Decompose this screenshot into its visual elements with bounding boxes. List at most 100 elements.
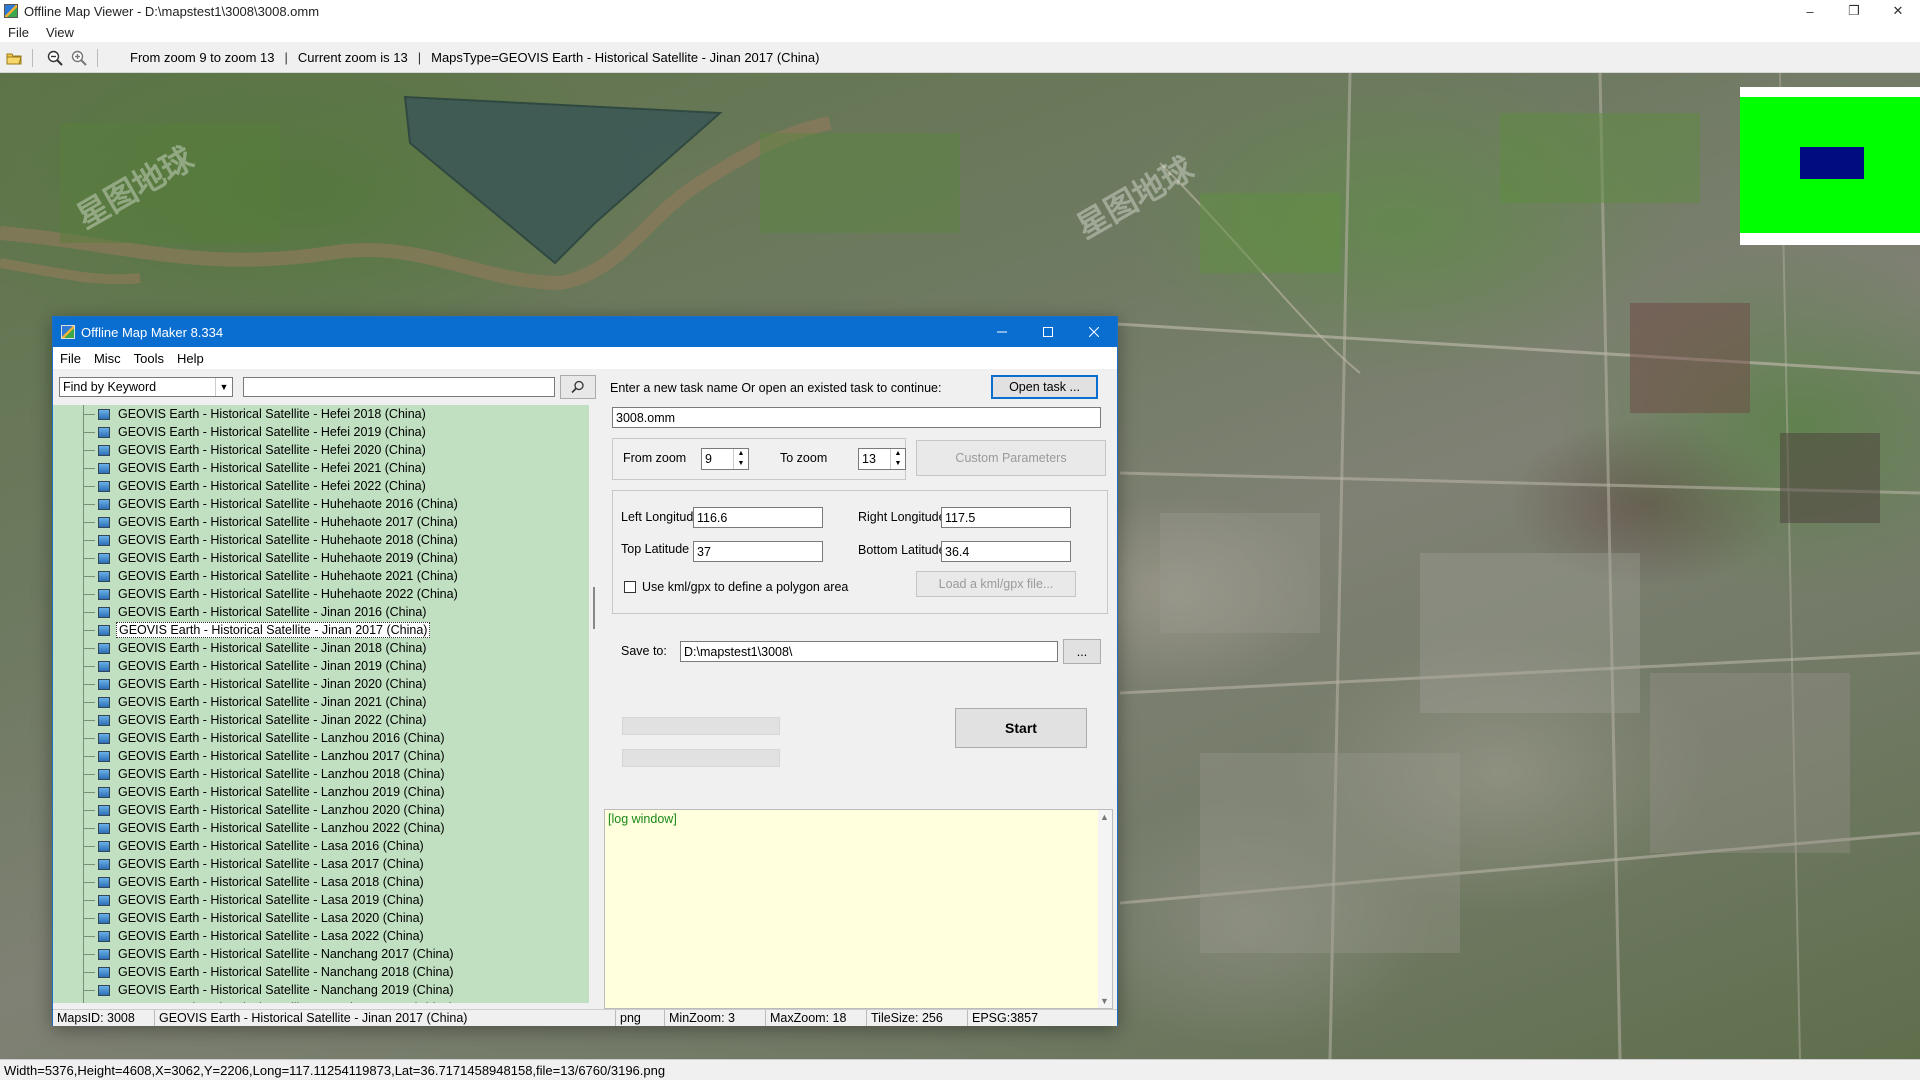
tree-item[interactable]: GEOVIS Earth - Historical Satellite - Ji… — [53, 621, 589, 639]
tree-item[interactable]: GEOVIS Earth - Historical Satellite - Hu… — [53, 549, 589, 567]
minimize-icon[interactable]: – — [1788, 0, 1832, 22]
custom-parameters-button[interactable]: Custom Parameters — [916, 440, 1106, 476]
tree-item[interactable]: GEOVIS Earth - Historical Satellite - Ji… — [53, 675, 589, 693]
splitter-grip[interactable] — [593, 587, 595, 629]
open-folder-icon[interactable] — [4, 48, 24, 68]
scroll-down-icon[interactable]: ▼ — [1100, 996, 1109, 1006]
tree-item[interactable]: GEOVIS Earth - Historical Satellite - Ji… — [53, 657, 589, 675]
tree-item[interactable]: GEOVIS Earth - Historical Satellite - La… — [53, 891, 589, 909]
dialog-menu-help[interactable]: Help — [170, 351, 210, 366]
tree-item[interactable]: GEOVIS Earth - Historical Satellite - He… — [53, 405, 589, 423]
tree-line — [83, 918, 95, 919]
tree-item[interactable]: GEOVIS Earth - Historical Satellite - Na… — [53, 963, 589, 981]
tree-item[interactable]: GEOVIS Earth - Historical Satellite - Hu… — [53, 531, 589, 549]
dialog-menu-misc[interactable]: Misc — [87, 351, 127, 366]
tree-item[interactable]: GEOVIS Earth - Historical Satellite - La… — [53, 729, 589, 747]
tree-line — [83, 414, 95, 415]
dialog-minimize-icon[interactable] — [979, 317, 1025, 347]
tree-item[interactable]: GEOVIS Earth - Historical Satellite - Ji… — [53, 639, 589, 657]
search-icon — [571, 380, 584, 394]
to-zoom-spinner[interactable]: 13 ▲ ▼ — [858, 448, 906, 470]
tree-item[interactable]: GEOVIS Earth - Historical Satellite - La… — [53, 747, 589, 765]
tree-item[interactable]: GEOVIS Earth - Historical Satellite - Hu… — [53, 513, 589, 531]
tree-item[interactable]: GEOVIS Earth - Historical Satellite - He… — [53, 441, 589, 459]
tree-item[interactable]: GEOVIS Earth - Historical Satellite - Ji… — [53, 711, 589, 729]
status-maps-id: MapsID: 3008 — [53, 1010, 155, 1026]
task-name-input[interactable] — [612, 407, 1101, 428]
tree-item[interactable]: GEOVIS Earth - Historical Satellite - La… — [53, 819, 589, 837]
tree-item[interactable]: GEOVIS Earth - Historical Satellite - Na… — [53, 999, 589, 1003]
scroll-up-icon[interactable]: ▲ — [1100, 812, 1109, 822]
spinner-arrows-icon[interactable]: ▲ ▼ — [890, 449, 905, 469]
tree-item[interactable]: GEOVIS Earth - Historical Satellite - La… — [53, 909, 589, 927]
tree-item[interactable]: GEOVIS Earth - Historical Satellite - He… — [53, 477, 589, 495]
tree-item[interactable]: GEOVIS Earth - Historical Satellite - La… — [53, 837, 589, 855]
top-latitude-input[interactable] — [693, 541, 823, 562]
start-button[interactable]: Start — [955, 708, 1087, 748]
tree-item[interactable]: GEOVIS Earth - Historical Satellite - La… — [53, 801, 589, 819]
tree-item[interactable]: GEOVIS Earth - Historical Satellite - La… — [53, 927, 589, 945]
dialog-menu-tools[interactable]: Tools — [127, 351, 170, 366]
left-longitude-input[interactable] — [693, 507, 823, 528]
map-type-tree[interactable]: GEOVIS Earth - Historical Satellite - He… — [53, 405, 589, 1003]
tree-item[interactable]: GEOVIS Earth - Historical Satellite - He… — [53, 459, 589, 477]
main-toolbar: From zoom 9 to zoom 13 | Current zoom is… — [0, 43, 1920, 73]
industrial-area — [1630, 303, 1750, 413]
offline-map-maker-dialog: Offline Map Maker 8.334 File Misc Tools … — [52, 316, 1118, 1026]
from-zoom-label: From zoom — [623, 451, 687, 465]
tree-item[interactable]: GEOVIS Earth - Historical Satellite - Hu… — [53, 585, 589, 603]
tree-item[interactable]: GEOVIS Earth - Historical Satellite - Hu… — [53, 495, 589, 513]
bottom-latitude-input[interactable] — [941, 541, 1071, 562]
tree-item[interactable]: GEOVIS Earth - Historical Satellite - La… — [53, 765, 589, 783]
restore-icon[interactable]: ❐ — [1832, 0, 1876, 22]
tree-item[interactable]: GEOVIS Earth - Historical Satellite - La… — [53, 855, 589, 873]
dialog-maximize-icon[interactable] — [1025, 317, 1071, 347]
tree-item[interactable]: GEOVIS Earth - Historical Satellite - He… — [53, 423, 589, 441]
dialog-title: Offline Map Maker 8.334 — [81, 324, 224, 340]
dialog-close-icon[interactable] — [1071, 317, 1117, 347]
overview-map[interactable] — [1740, 87, 1920, 245]
keyword-search-input[interactable] — [243, 377, 555, 397]
log-window[interactable]: [log window] ▲ ▼ — [604, 809, 1113, 1009]
tree-line — [83, 522, 95, 523]
map-image-icon — [98, 570, 110, 582]
task-prompt-label: Enter a new task name Or open an existed… — [610, 381, 942, 395]
zoom-in-icon[interactable] — [69, 48, 89, 68]
tree-line — [83, 666, 95, 667]
overview-viewport[interactable] — [1800, 147, 1864, 179]
spinner-arrows-icon[interactable]: ▲ ▼ — [733, 449, 748, 469]
tree-line — [83, 594, 95, 595]
urban-area — [1200, 753, 1460, 953]
load-kml-button[interactable]: Load a kml/gpx file... — [916, 571, 1076, 597]
dialog-app-icon — [61, 325, 75, 339]
use-kml-checkbox[interactable] — [624, 581, 636, 593]
tree-item[interactable]: GEOVIS Earth - Historical Satellite - La… — [53, 783, 589, 801]
tree-line — [83, 486, 95, 487]
tree-item[interactable]: GEOVIS Earth - Historical Satellite - Ji… — [53, 603, 589, 621]
from-zoom-spinner[interactable]: 9 ▲ ▼ — [701, 448, 749, 470]
open-task-button[interactable]: Open task ... — [991, 375, 1098, 399]
browse-folder-button[interactable]: ... — [1063, 639, 1101, 664]
close-icon[interactable]: ✕ — [1876, 0, 1920, 22]
tree-item-label: GEOVIS Earth - Historical Satellite - Ji… — [118, 695, 427, 709]
zoom-out-icon[interactable] — [45, 48, 65, 68]
tree-item[interactable]: GEOVIS Earth - Historical Satellite - La… — [53, 873, 589, 891]
tree-item-label: GEOVIS Earth - Historical Satellite - La… — [118, 893, 424, 907]
dialog-menu-file[interactable]: File — [53, 351, 87, 366]
tree-item[interactable]: GEOVIS Earth - Historical Satellite - Ji… — [53, 693, 589, 711]
search-mode-select[interactable]: Find by Keyword ▼ — [59, 377, 233, 397]
tree-item[interactable]: GEOVIS Earth - Historical Satellite - Na… — [53, 945, 589, 963]
menu-view[interactable]: View — [38, 25, 83, 40]
toolbar-separator — [32, 48, 33, 67]
save-path-input[interactable] — [680, 641, 1058, 662]
chevron-down-icon[interactable]: ▼ — [215, 378, 232, 396]
tree-item[interactable]: GEOVIS Earth - Historical Satellite - Na… — [53, 981, 589, 999]
splitter[interactable] — [589, 405, 599, 1003]
right-longitude-input[interactable] — [941, 507, 1071, 528]
menu-file[interactable]: File — [0, 25, 38, 40]
log-scrollbar[interactable]: ▲ ▼ — [1098, 810, 1112, 1008]
map-image-icon — [98, 768, 110, 780]
dialog-menubar: File Misc Tools Help — [53, 347, 1117, 369]
tree-item[interactable]: GEOVIS Earth - Historical Satellite - Hu… — [53, 567, 589, 585]
search-button[interactable] — [560, 375, 596, 399]
